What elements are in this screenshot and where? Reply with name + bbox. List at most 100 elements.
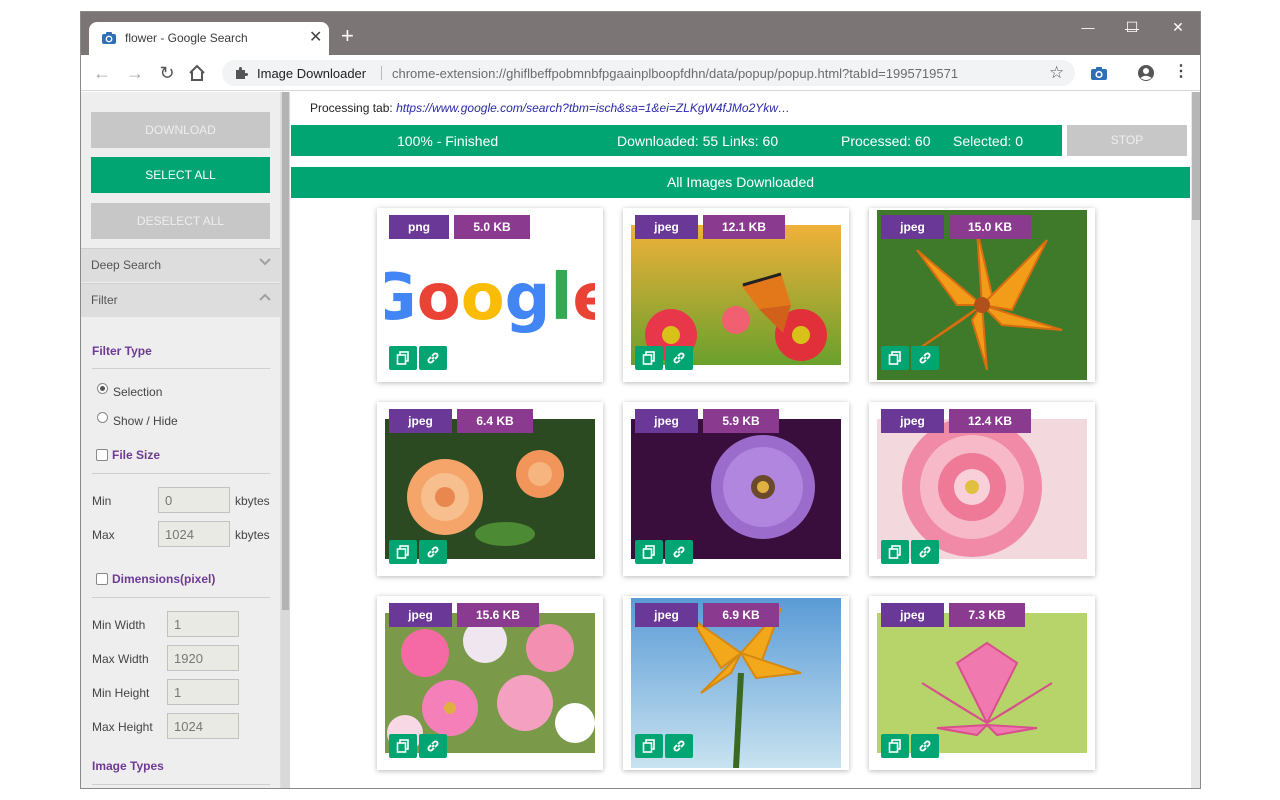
image-thumbnail[interactable] [631,225,841,365]
open-link-button[interactable] [419,734,447,758]
tab-title: flower - Google Search [125,31,248,45]
copy-button[interactable] [881,734,909,758]
min-size-unit: kbytes [235,494,270,508]
copy-button[interactable] [881,540,909,564]
min-width-input[interactable] [167,611,239,637]
deselect-all-button[interactable]: DESELECT ALL [91,203,270,239]
image-card[interactable]: jpeg 15.6 KB [377,596,603,770]
open-link-button[interactable] [911,734,939,758]
radio-selection[interactable] [97,383,108,394]
open-link-button[interactable] [665,540,693,564]
progress-bar: 100% - Finished Downloaded: 55 Links: 60… [291,125,1062,156]
copy-button[interactable] [389,734,417,758]
min-width-label: Min Width [92,618,146,632]
deep-search-label: Deep Search [91,258,162,272]
copy-button[interactable] [389,346,417,370]
image-type-badge: jpeg [635,409,698,433]
extension-name: Image Downloader [257,66,367,81]
menu-dots-icon[interactable]: ⋮ [1173,62,1189,82]
image-types-title: Image Types [92,759,164,773]
max-size-input[interactable] [158,521,230,547]
dimensions-checkbox[interactable] [96,573,108,585]
image-thumbnail[interactable] [631,419,841,559]
max-width-label: Max Width [92,652,149,666]
image-card[interactable]: jpeg 5.9 KB [623,402,849,576]
image-thumbnail[interactable] [877,613,1087,753]
image-card[interactable]: Google png5.0 KB [377,208,603,382]
forward-icon[interactable]: → [124,62,146,84]
select-all-button[interactable]: SELECT ALL [91,157,270,193]
reload-icon[interactable]: ↻ [156,62,178,84]
status-banner: All Images Downloaded [291,167,1190,198]
close-icon[interactable]: ✕ [1163,17,1193,37]
sidebar-scroll-thumb[interactable] [282,92,289,610]
processing-url-link[interactable]: https://www.google.com/search?tbm=isch&s… [396,101,790,115]
chevron-down-icon [259,258,271,266]
open-link-button[interactable] [419,346,447,370]
open-link-button[interactable] [665,346,693,370]
image-size-badge: 12.1 KB [703,215,785,239]
new-tab-button[interactable]: + [341,25,354,47]
file-size-title: File Size [112,448,161,462]
minimize-icon-btn[interactable]: — [1073,18,1103,38]
downloaded-count: Downloaded: 55 Links: 60 [617,133,779,149]
open-link-button[interactable] [665,734,693,758]
open-link-button[interactable] [911,346,939,370]
max-width-input[interactable] [167,645,239,671]
min-height-label: Min Height [92,686,150,700]
image-size-badge: 15.0 KB [949,215,1031,239]
browser-toolbar: ← → ↻ Image Downloader chrome-extension:… [81,55,1200,91]
copy-button[interactable] [635,346,663,370]
min-size-label: Min [92,494,112,508]
camera-icon[interactable] [1090,64,1108,82]
image-type-badge: jpeg [635,603,698,627]
maximize-icon[interactable]: ☐ [1117,17,1147,37]
image-size-badge: 12.4 KB [949,409,1031,433]
image-card[interactable]: jpeg 6.4 KB [377,402,603,576]
image-card[interactable]: jpeg 15.0 KB [869,208,1095,382]
processing-line: Processing tab: https://www.google.com/s… [310,101,790,115]
image-thumbnail[interactable] [385,613,595,753]
puzzle-icon [236,67,248,79]
image-size-badge: 7.3 KB [949,603,1025,627]
image-thumbnail[interactable] [385,419,595,559]
image-thumbnail[interactable] [877,419,1087,559]
copy-button[interactable] [635,540,663,564]
filter-accordion[interactable]: Filter [81,283,280,317]
chevron-up-icon [259,293,271,301]
browser-window: flower - Google Search ✕ + — — ☐ ✕ ← → ↻… [80,11,1201,789]
copy-button[interactable] [389,540,417,564]
copy-button[interactable] [635,734,663,758]
browser-tab[interactable]: flower - Google Search ✕ [89,22,329,55]
download-button[interactable]: DOWNLOAD [91,112,270,148]
image-thumbnail[interactable]: Google [385,225,595,365]
copy-button[interactable] [881,346,909,370]
stop-button[interactable]: STOP [1067,125,1187,156]
open-link-button[interactable] [911,540,939,564]
max-size-label: Max [92,528,115,542]
image-card[interactable]: jpeg 12.4 KB [869,402,1095,576]
main-scroll-thumb[interactable] [1192,92,1200,220]
image-type-badge: jpeg [881,215,944,239]
account-icon[interactable] [1137,64,1155,82]
file-size-checkbox[interactable] [96,449,108,461]
min-size-input[interactable] [158,487,230,513]
image-card[interactable]: jpeg 6.9 KB [623,596,849,770]
max-size-unit: kbytes [235,528,270,542]
address-bar[interactable]: Image Downloader chrome-extension://ghif… [222,60,1075,86]
tab-close-icon[interactable]: ✕ [309,28,322,48]
back-icon[interactable]: ← [91,62,113,84]
deep-search-accordion[interactable]: Deep Search [81,248,280,282]
radio-show-hide[interactable] [97,412,108,423]
open-link-button[interactable] [419,540,447,564]
min-height-input[interactable] [167,679,239,705]
max-height-input[interactable] [167,713,239,739]
url-text[interactable]: chrome-extension://ghiflbeffpobmnbfpgaai… [392,66,958,81]
image-card[interactable]: jpeg 12.1 KB [623,208,849,382]
star-icon[interactable]: ☆ [1049,63,1064,83]
image-type-badge: jpeg [881,409,944,433]
camera-icon [102,32,116,44]
home-icon[interactable] [188,64,206,82]
image-size-badge: 5.9 KB [703,409,779,433]
image-card[interactable]: jpeg 7.3 KB [869,596,1095,770]
